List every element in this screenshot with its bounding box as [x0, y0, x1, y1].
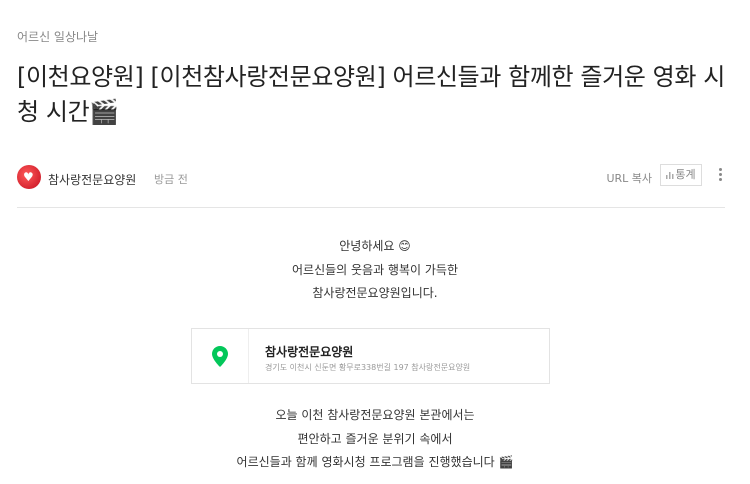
post-title: [이천요양원] [이천참사랑전문요양원] 어르신들과 함께한 즐거운 영화 시청…	[17, 63, 725, 126]
place-map-card[interactable]: 참사랑전문요양원 경기도 이천시 신둔면 황무로338번길 197 참사랑전문요…	[191, 328, 550, 384]
intro-line-1: 안녕하세요 😊	[339, 239, 411, 253]
author-name[interactable]: 참사랑전문요양원	[48, 171, 136, 188]
pin-cell	[192, 329, 249, 383]
intro-line-2: 어르신들의 웃음과 행복이 가득한	[291, 262, 458, 277]
bar-chart-icon	[666, 172, 674, 179]
heart-icon: ♥	[23, 170, 34, 184]
avatar[interactable]: ♥	[17, 165, 41, 189]
header-divider	[17, 207, 725, 208]
stats-button[interactable]: 통계	[660, 164, 702, 186]
post-category[interactable]: 어르신 일상나날	[17, 28, 98, 45]
post-time: 방금 전	[154, 173, 188, 186]
body-line-1: 오늘 이천 참사랑전문요양원 본관에서는	[275, 408, 475, 422]
place-address: 경기도 이천시 신둔면 황무로338번길 197 참사랑전문요양원	[265, 363, 471, 372]
author-row: ♥ 참사랑전문요양원 방금 전 URL 복사 통계	[17, 163, 725, 193]
more-options-icon[interactable]	[715, 166, 725, 184]
body-line-3: 어르신들과 함께 영화시청 프로그램을 진행했습니다 🎬	[236, 455, 514, 469]
body-paragraph: 오늘 이천 참사랑전문요양원 본관에서는 편안하고 즐거운 분위기 속에서 어르…	[0, 404, 750, 475]
location-pin-icon	[212, 346, 228, 367]
url-copy-button[interactable]: URL 복사	[606, 170, 652, 186]
body-line-2: 편안하고 즐거운 분위기 속에서	[297, 431, 453, 446]
intro-paragraph: 안녕하세요 😊 어르신들의 웃음과 행복이 가득한 참사랑전문요양원입니다.	[0, 235, 750, 306]
intro-line-3: 참사랑전문요양원입니다.	[312, 286, 438, 300]
blog-post-page: 어르신 일상나날 [이천요양원] [이천참사랑전문요양원] 어르신들과 함께한 …	[0, 0, 750, 484]
stats-label: 통계	[675, 168, 696, 181]
place-name: 참사랑전문요양원	[265, 345, 354, 359]
